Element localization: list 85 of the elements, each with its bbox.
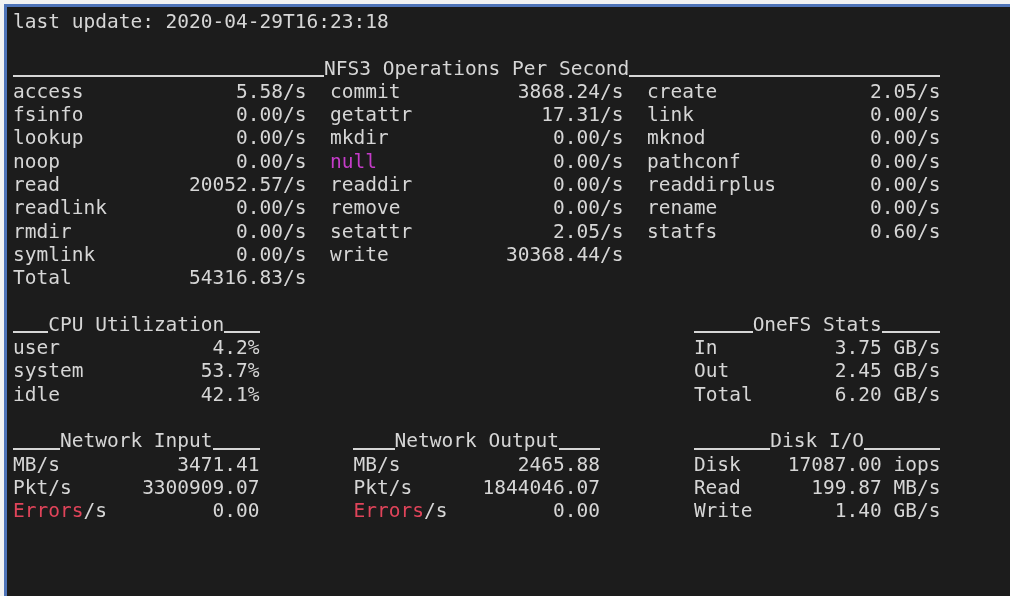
metric-label: Read [693, 475, 741, 500]
operation-name: write [329, 242, 389, 267]
operation-name: fsinfo [13, 103, 84, 127]
operation-name: access [13, 79, 84, 104]
operation-rate: 30368.44/s [506, 242, 624, 267]
operation-rate: 5.58/s [236, 79, 307, 104]
operation-rate: 0.00/s [553, 126, 624, 150]
operation-rate: 0.00/s [869, 126, 941, 150]
metric-value: 2465.88 [517, 452, 600, 476]
operation-name: readdirplus [646, 173, 777, 197]
operation-name: null [329, 149, 377, 174]
operation-rate: 0.60/s [869, 219, 941, 243]
operation-name: statfs [646, 219, 718, 243]
metric-label: Errors/s [13, 499, 107, 523]
operation-rate: 17.31/s [541, 103, 624, 127]
operation-rate: 0.00/s [236, 219, 307, 243]
operation-name: symlink [13, 242, 96, 267]
section-title: Network Input [59, 429, 213, 453]
metric-value: 42.1% [200, 382, 260, 407]
metric-value: 1.40 GB/s [834, 499, 941, 523]
operation-name: getattr [329, 103, 413, 127]
metric-label: MB/s [353, 452, 401, 476]
metric-value: 3.75 GB/s [834, 336, 941, 360]
operation-name: mkdir [329, 126, 389, 150]
metric-label: Out [693, 359, 730, 383]
metric-value: 4.2% [212, 336, 260, 360]
metric-value: 17087.00 iops [787, 452, 941, 476]
operation-name: create [646, 79, 718, 104]
section-title: Network Output [394, 429, 559, 453]
operation-name: setattr [329, 219, 413, 243]
operation-rate: 2.05/s [553, 219, 624, 243]
operation-rate: 0.00/s [869, 173, 941, 197]
metric-label: Errors/s [353, 499, 448, 523]
operation-name: pathconf [646, 149, 741, 174]
metric-value: 6.20 GB/s [834, 382, 941, 407]
operation-name: readdir [329, 173, 413, 197]
operation-rate: 0.00/s [553, 173, 624, 197]
operation-rate: 0.00/s [553, 149, 624, 174]
section-title: CPU Utilization [48, 312, 225, 337]
metric-label: system [13, 359, 84, 383]
operation-rate: 0.00/s [236, 103, 307, 127]
metric-label: Pkt/s [353, 475, 413, 500]
metric-label: user [13, 336, 60, 360]
operation-name: rename [646, 196, 718, 220]
metric-label: In [693, 336, 718, 360]
operation-name: rmdir [13, 219, 72, 243]
metric-value: 0.00 [553, 499, 600, 523]
operation-rate: 0.00/s [236, 196, 307, 220]
metric-label: Disk [693, 452, 741, 476]
operation-name: noop [13, 149, 60, 174]
operation-rate: 0.00/s [869, 149, 941, 174]
metric-label: Total [693, 382, 753, 407]
section-title: OneFS Stats [752, 312, 882, 337]
metric-value: 3471.41 [177, 452, 260, 476]
section-title: Disk I/O [770, 429, 865, 453]
operation-rate: 0.00/s [236, 149, 307, 174]
metric-label: Pkt/s [13, 475, 72, 500]
operation-name: lookup [13, 126, 84, 150]
operation-name: Total [13, 266, 72, 290]
operation-rate: 0.00/s [869, 196, 941, 220]
operation-rate: 20052.57/s [189, 173, 307, 197]
metric-value: 0.00 [212, 499, 260, 523]
metric-label: MB/s [13, 452, 60, 476]
operation-rate: 0.00/s [553, 196, 624, 220]
operation-name: read [13, 173, 60, 197]
metric-value: 2.45 GB/s [834, 359, 941, 383]
last-update-text: last update: 2020-04-29T16:23:18 [13, 10, 389, 34]
operation-name: readlink [13, 196, 107, 220]
operation-rate: 2.05/s [869, 79, 941, 104]
operation-rate: 0.00/s [869, 103, 941, 127]
operation-name: remove [329, 196, 401, 220]
operation-rate: 3868.24/s [517, 79, 624, 104]
metric-value: 3300909.07 [142, 475, 260, 500]
section-title: NFS3 Operations Per Second [324, 56, 630, 80]
operation-name: mknod [646, 126, 706, 150]
operation-rate: 0.00/s [236, 242, 307, 267]
operation-rate: 54316.83/s [189, 266, 307, 290]
metric-value: 199.87 MB/s [811, 475, 941, 500]
operation-name: commit [329, 79, 401, 104]
operation-rate: 0.00/s [236, 126, 307, 150]
metric-value: 53.7% [200, 359, 260, 383]
metric-label: Write [693, 499, 753, 523]
metric-value: 1844046.07 [482, 475, 600, 500]
metric-label: idle [13, 382, 60, 407]
operation-name: link [646, 103, 694, 127]
